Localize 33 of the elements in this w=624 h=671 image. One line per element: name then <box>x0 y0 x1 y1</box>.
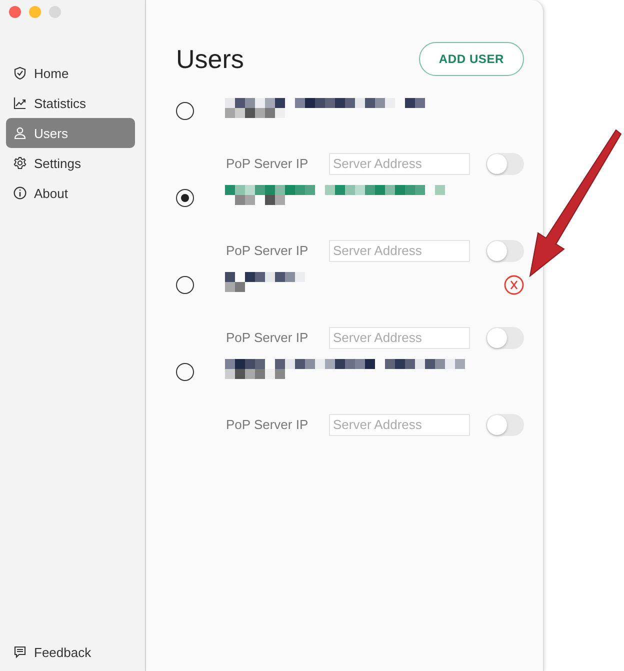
server-address-field[interactable]: Server Address <box>329 414 470 436</box>
field-label: PoP Server IP <box>226 243 310 258</box>
settings-icon <box>13 156 27 170</box>
shield-icon <box>13 66 27 80</box>
sidebar-item[interactable]: Home <box>6 58 135 88</box>
page-title: Users <box>176 44 244 74</box>
radio-button[interactable] <box>176 276 194 294</box>
chart-icon <box>13 96 27 110</box>
server-address-field[interactable]: Server Address <box>329 240 470 262</box>
server-address-field[interactable]: Server Address <box>329 152 470 174</box>
toggle-switch[interactable] <box>486 414 524 436</box>
toggle-switch[interactable] <box>486 326 524 348</box>
add-user-button[interactable]: ADD USER <box>418 42 524 76</box>
field-label: PoP Server IP <box>226 156 310 171</box>
radio-button[interactable] <box>176 363 194 381</box>
field-label: PoP Server IP <box>226 330 310 345</box>
toggle-switch[interactable] <box>486 152 524 174</box>
chat-bubble-icon <box>13 645 27 659</box>
person-icon <box>13 126 27 140</box>
toggle-switch[interactable] <box>486 240 524 262</box>
window-minimize-button[interactable] <box>29 6 41 18</box>
radio-button[interactable] <box>176 102 194 120</box>
sidebar-item[interactable]: Statistics <box>6 88 135 118</box>
server-address-field[interactable]: Server Address <box>329 326 470 348</box>
feedback-link[interactable]: Feedback <box>6 637 135 667</box>
sidebar-item[interactable]: About <box>6 178 135 208</box>
field-label: PoP Server IP <box>226 417 310 432</box>
radio-button[interactable] <box>176 189 194 207</box>
window-close-button[interactable] <box>9 6 21 18</box>
remove-icon[interactable] <box>504 275 524 295</box>
info-icon <box>13 186 27 200</box>
sidebar-item[interactable]: Users <box>6 118 135 148</box>
sidebar-item[interactable]: Settings <box>6 148 135 178</box>
